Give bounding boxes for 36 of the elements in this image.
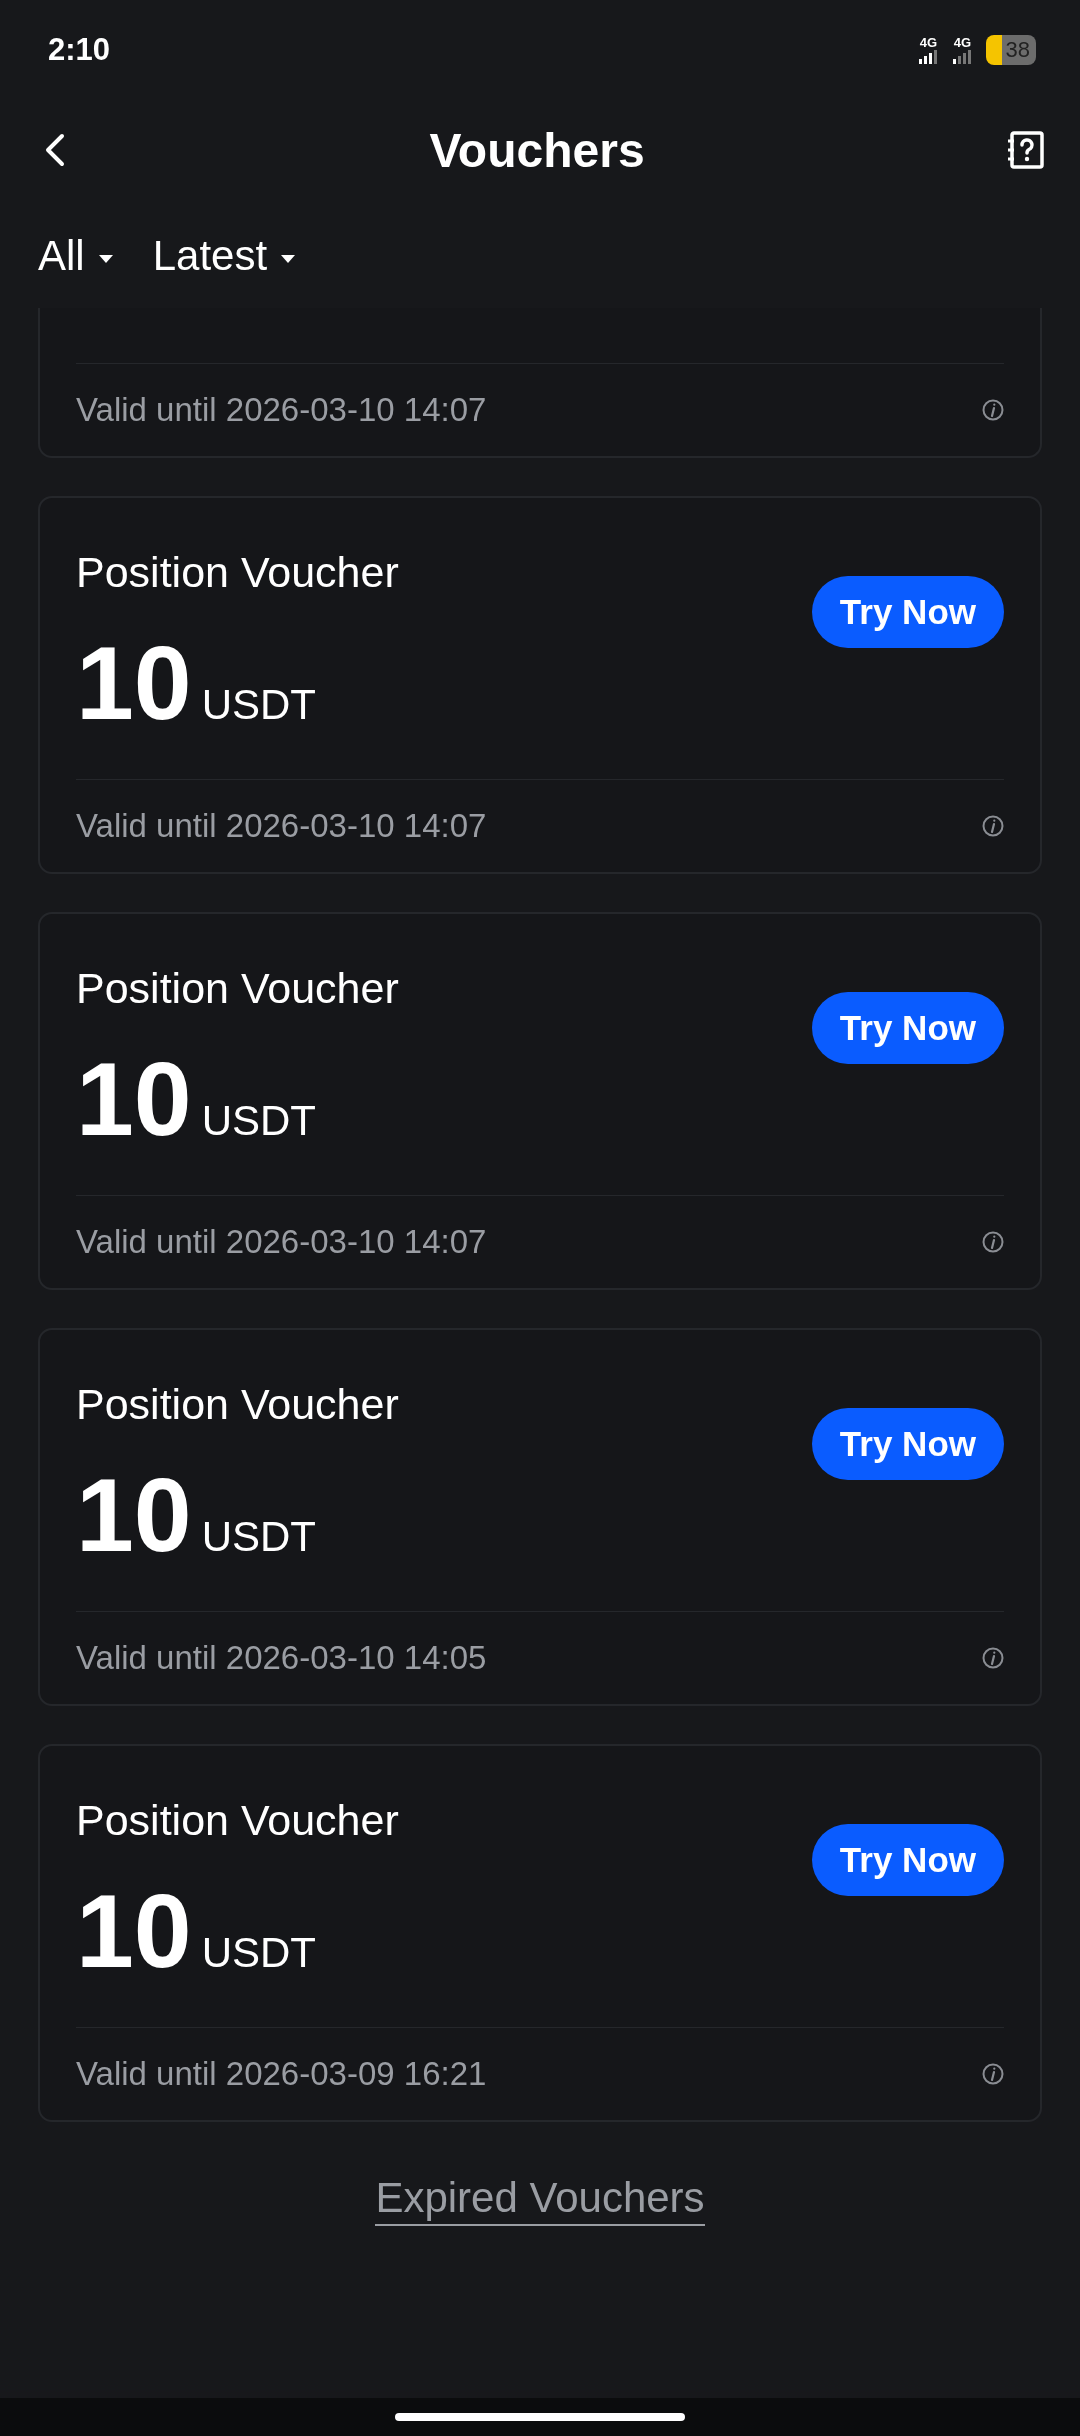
help-icon[interactable] [1008,131,1044,169]
back-icon[interactable] [44,133,66,167]
currency-unit: USDT [201,681,317,729]
currency-unit: USDT [201,1929,317,1977]
try-now-button[interactable]: Try Now [811,1407,1004,1480]
page-title: Vouchers [429,122,645,178]
validity-text: Valid until 2026-03-09 16:21 [76,2055,487,2093]
currency-unit: USDT [201,1097,317,1145]
voucher-amount: 10 [76,1879,192,1983]
voucher-amount: 10 [76,1463,192,1567]
validity-text: Valid until 2026-03-10 14:05 [76,1639,487,1677]
voucher-title: Position Voucher [76,548,399,597]
caret-icon [281,255,296,263]
voucher-title: Position Voucher [76,1796,399,1845]
try-now-button[interactable]: Try Now [811,1823,1004,1896]
currency-unit: USDT [201,1513,317,1561]
validity-text: Valid until 2026-03-10 14:07 [76,391,487,429]
voucher-title: Position Voucher [76,964,399,1013]
voucher-amount: 10 [76,1047,192,1151]
info-icon[interactable] [982,1647,1004,1669]
info-icon[interactable] [982,399,1004,421]
voucher-amount: 10 [76,631,192,735]
info-icon[interactable] [982,815,1004,837]
caret-icon [98,255,113,263]
try-now-button[interactable]: Try Now [811,575,1004,648]
info-icon[interactable] [982,1231,1004,1253]
validity-text: Valid until 2026-03-10 14:07 [76,807,487,845]
status-time: 2:10 [48,32,111,68]
voucher-title: Position Voucher [76,1380,399,1429]
battery-icon: 38 [985,35,1036,65]
expired-vouchers-link[interactable]: Expired Vouchers [375,2174,705,2226]
filter-dropdown[interactable]: Latest [152,232,296,280]
validity-text: Valid until 2026-03-10 14:07 [76,1223,487,1261]
filter-dropdown[interactable]: All [38,232,113,280]
info-icon[interactable] [982,2063,1004,2085]
try-now-button[interactable]: Try Now [811,991,1004,1064]
